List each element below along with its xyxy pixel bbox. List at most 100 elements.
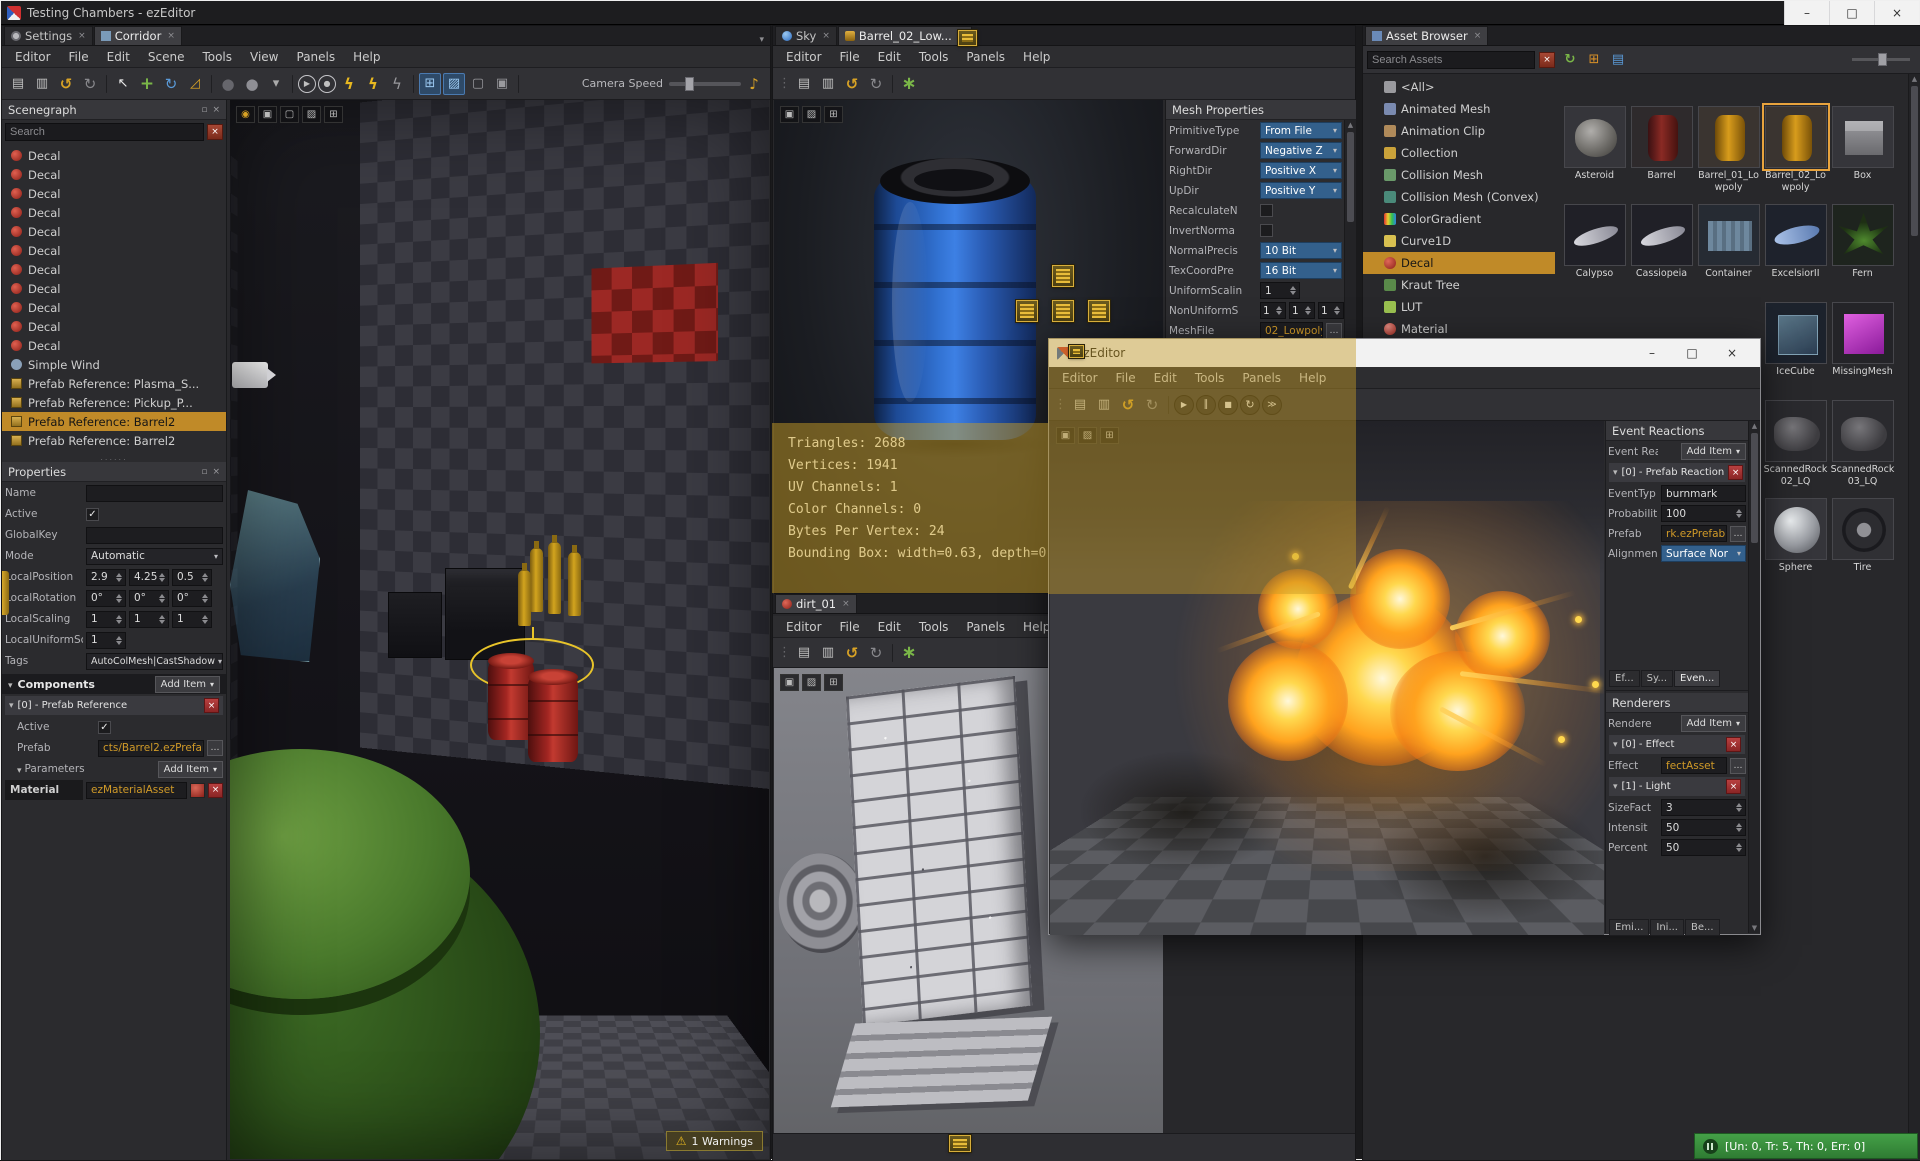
save-icon[interactable] [793,73,815,95]
menu-item[interactable]: File [60,48,98,66]
scenegraph-item[interactable]: Decal [2,222,226,241]
component-active-checkbox[interactable] [98,720,111,734]
asset-item[interactable]: Container [1695,204,1762,293]
sep-icon[interactable] [106,74,107,93]
option-a-icon[interactable] [467,73,489,95]
view-grid-icon[interactable] [1100,427,1119,444]
open-icon[interactable] [817,73,839,95]
warnings-badge[interactable]: 1 Warnings [665,1131,763,1151]
menu-item[interactable]: Tools [193,48,241,66]
asset-item[interactable]: Sphere [1762,498,1829,587]
sep-icon[interactable] [892,643,893,662]
scenegraph-item[interactable]: Simple Wind [2,355,226,374]
scenegraph-item[interactable]: Prefab Reference: Barrel2 [2,431,226,450]
remove-material-icon[interactable] [208,782,223,798]
scale-y-spinner[interactable]: 1 [129,610,169,628]
intensity-spinner[interactable]: 50 [1661,819,1746,836]
collapse-icon[interactable] [17,762,22,776]
render-sphere-icon[interactable] [217,73,239,95]
clear-search-icon[interactable] [207,124,223,140]
asset-item[interactable]: ScannedRock03_LQ [1829,400,1896,489]
asset-search-input[interactable] [1367,50,1535,69]
dock-target-tab-icon[interactable] [958,30,977,46]
asset-type-item[interactable]: Collision Mesh [1363,164,1555,186]
rotation-y-spinner[interactable]: 0° [129,589,169,607]
remove-reaction-icon[interactable] [1728,465,1744,480]
remove-renderer-icon[interactable] [1726,779,1741,794]
view-grid-icon[interactable] [324,106,343,123]
document-tab[interactable]: Barrel_02_Low... [837,26,973,45]
asset-type-item[interactable]: <All> [1363,76,1555,98]
slider-knob[interactable] [685,76,694,91]
invertnormals-checkbox[interactable] [1260,224,1273,237]
mode-dropdown-icon[interactable] [265,73,287,95]
menu-item[interactable]: Help [1290,369,1335,387]
panel-tab[interactable]: Be... [1684,919,1720,936]
pause-circle-icon[interactable] [1196,394,1216,415]
scroll-down-icon[interactable] [1749,923,1760,933]
menu-item[interactable]: File [831,48,869,66]
sep-icon[interactable] [892,74,893,93]
menu-item[interactable]: Edit [869,48,910,66]
collapse-icon[interactable] [1613,467,1618,478]
menu-item[interactable]: File [831,618,869,636]
uniformscaling-spinner[interactable]: 1 [1260,282,1300,299]
tab-close-icon[interactable] [822,31,830,41]
asset-item[interactable]: Asteroid [1561,106,1628,195]
recalculatenormals-checkbox[interactable] [1260,204,1273,217]
view-camera-icon[interactable] [1056,427,1075,444]
panel-tab[interactable]: Even... [1674,670,1721,687]
active-checkbox[interactable] [86,507,99,521]
panel-splitter[interactable] [2,452,226,462]
stop-icon[interactable] [318,74,336,93]
asset-item[interactable]: Barrel [1628,106,1695,195]
scenegraph-item[interactable]: Decal [2,146,226,165]
title-bar[interactable]: Testing Chambers - ezEditor – □ × [1,0,1919,25]
asset-item[interactable]: Barrel_01_Lowpoly [1695,106,1762,195]
probability-spinner[interactable]: 100 [1661,505,1746,522]
menu-item[interactable]: Editor [777,618,831,636]
float-panel-icon[interactable]: ▫ [201,105,207,115]
asset-type-item[interactable]: Decal [1363,252,1555,274]
loop-circle-icon[interactable] [1240,394,1260,415]
view-grid-icon[interactable] [824,106,843,123]
menu-item[interactable]: Scene [139,48,194,66]
view-render-icon[interactable] [802,674,821,691]
view-grid-icon[interactable] [824,674,843,691]
floating-title-bar[interactable]: ezEditor – □ × [1049,339,1760,367]
scenegraph-item[interactable]: Decal [2,165,226,184]
sep-icon[interactable] [1168,395,1169,414]
scenegraph-search-input[interactable] [5,123,204,141]
scale-z-spinner[interactable]: 1 [172,610,212,628]
view-render-icon[interactable] [802,106,821,123]
save-icon[interactable] [793,642,815,664]
open-icon[interactable] [1093,394,1115,416]
maximize-icon[interactable]: □ [1672,339,1712,367]
scenegraph-item[interactable]: Prefab Reference: Plasma_S... [2,374,226,393]
view-render-icon[interactable] [302,106,321,123]
document-tab[interactable]: dirt_01 [775,594,857,613]
camera-speed-slider[interactable] [669,76,741,91]
translate-tool-icon[interactable] [136,73,158,95]
add-component-button[interactable]: Add Item [154,675,220,693]
redo-icon[interactable] [79,73,101,95]
menu-item[interactable]: Help [1014,48,1059,66]
view-render-icon[interactable] [1078,427,1097,444]
add-event-reaction-button[interactable]: Add Item [1680,443,1746,460]
scale-tool-icon[interactable] [184,73,206,95]
tab-close-icon[interactable] [78,31,86,41]
sep-icon[interactable] [211,74,212,93]
dock-target-center-icon[interactable] [1052,300,1074,322]
dock-target-left-icon[interactable] [1016,300,1038,322]
asset-item[interactable]: Box [1829,106,1896,195]
asset-type-item[interactable]: Kraut Tree [1363,274,1555,296]
scenegraph-item[interactable]: Decal [2,241,226,260]
updir-dropdown[interactable]: Positive Y [1260,182,1342,199]
rightdir-dropdown[interactable]: Positive X [1260,162,1342,179]
tab-close-icon[interactable] [842,599,850,609]
sep-icon[interactable] [413,74,414,93]
close-icon[interactable]: × [1712,339,1752,367]
menu-item[interactable]: Tools [1186,369,1234,387]
option-b-icon[interactable] [491,73,513,95]
visualizer-toggle-icon[interactable] [443,72,465,95]
